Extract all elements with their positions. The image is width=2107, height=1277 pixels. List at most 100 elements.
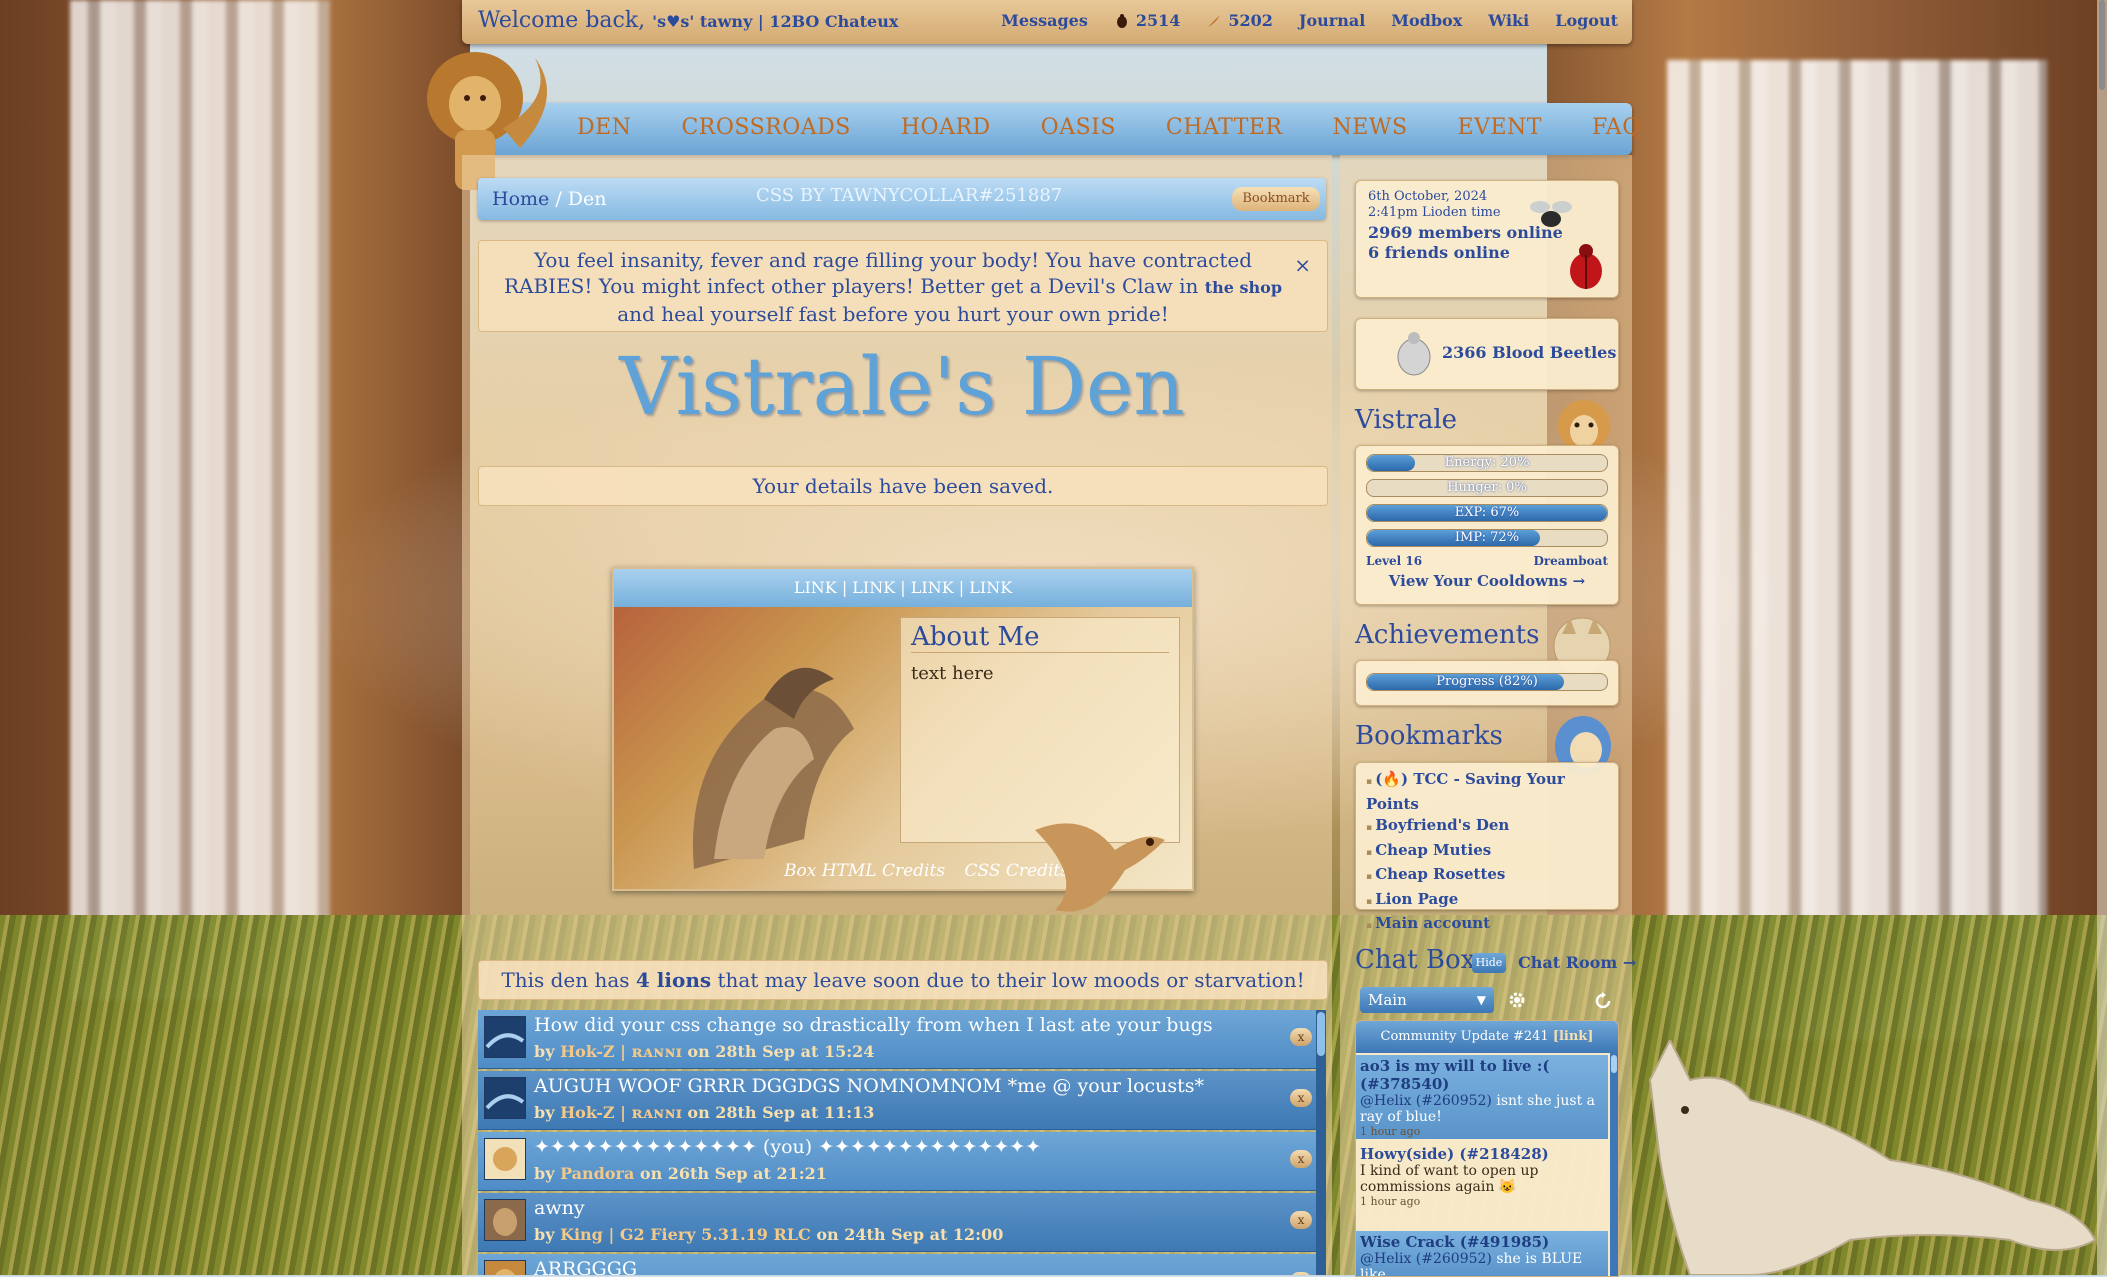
scrollbar-thumb[interactable] — [1611, 1055, 1617, 1073]
beetle-silver-icon — [1397, 332, 1431, 376]
comment-user-link[interactable]: King | G2 Fiery 5.31.19 RLC — [560, 1225, 811, 1244]
bookmark-item[interactable]: Cheap Muties — [1366, 840, 1618, 865]
comment-user-link[interactable]: Hok-Z | ʀᴀɴɴɪ — [560, 1103, 682, 1122]
lion-name-heading[interactable]: Vistrale — [1355, 405, 1457, 435]
comment-user-link[interactable]: Hok-Z | ʀᴀɴɴɪ — [560, 1042, 682, 1061]
avatar[interactable] — [484, 1077, 526, 1119]
wiki-link[interactable]: Wiki — [1488, 11, 1529, 30]
red-beetle-icon — [1570, 244, 1602, 289]
profile-link-1[interactable]: LINK — [794, 578, 837, 597]
gear-icon[interactable] — [1507, 990, 1527, 1010]
close-icon[interactable]: × — [1294, 253, 1311, 277]
delete-comment-button[interactable]: x — [1290, 1211, 1312, 1229]
hunger-bar: Hunger: 0% — [1366, 479, 1608, 497]
achievements-label: Progress (82%) — [1436, 674, 1538, 689]
chat-room-select[interactable]: Main ▼ — [1360, 987, 1494, 1013]
avatar[interactable] — [484, 1199, 526, 1241]
delete-comment-button[interactable]: x — [1290, 1089, 1312, 1107]
chat-author-link[interactable]: Howy(side) (#218428) — [1360, 1145, 1604, 1163]
avatar[interactable] — [484, 1016, 526, 1058]
exp-bar: EXP: 67% — [1366, 504, 1608, 522]
comment-row[interactable]: AUGUH WOOF GRRR DGGDGS NOMNOMNOM *me @ y… — [478, 1071, 1326, 1130]
refresh-icon[interactable] — [1593, 991, 1613, 1011]
friends-online-link[interactable]: 6 friends online — [1368, 243, 1510, 262]
chat-scrollbar[interactable] — [1610, 1053, 1618, 1276]
comments-scrollbar[interactable] — [1316, 1010, 1326, 1275]
comment-row[interactable]: ARRGGGG x — [478, 1254, 1326, 1275]
chat-mention[interactable]: @Helix (#260952) — [1360, 1251, 1492, 1267]
welcome-label: Welcome back, — [478, 8, 646, 33]
view-cooldowns-link[interactable]: View Your Cooldowns → — [1356, 572, 1618, 590]
logout-link[interactable]: Logout — [1555, 11, 1618, 30]
username-link[interactable]: 's♥s' tawny | 12BO Chateux — [652, 12, 898, 31]
chat-author-link[interactable]: Wise Crack (#491985) — [1360, 1233, 1604, 1251]
nav-den[interactable]: DEN — [577, 115, 631, 140]
page-scrollbar[interactable] — [2097, 0, 2107, 1275]
comment-by: by — [534, 1164, 555, 1183]
bookmark-item[interactable]: Lion Page — [1366, 889, 1618, 914]
notice-text-after: and heal yourself fast before you hurt y… — [617, 302, 1169, 326]
box-html-credits-link[interactable]: Box HTML Credits — [784, 861, 945, 881]
scrollbar-thumb[interactable] — [2099, 0, 2105, 90]
profile-link-2[interactable]: LINK — [852, 578, 895, 597]
imp-label: IMP: 72% — [1454, 530, 1520, 545]
modbox-link[interactable]: Modbox — [1391, 11, 1462, 30]
comment-time: on 28th Sep at 11:13 — [687, 1103, 875, 1122]
comment-row[interactable]: ✦✦✦✦✦✦✦✦✦✦✦✦✦✦ (you) ✦✦✦✦✦✦✦✦✦✦✦✦✦✦ by P… — [478, 1132, 1326, 1191]
bookmark-button[interactable]: Bookmark — [1232, 187, 1320, 211]
profile-link-4[interactable]: LINK — [969, 578, 1012, 597]
hunger-label: Hunger: 0% — [1447, 480, 1527, 495]
nav-hoard[interactable]: HOARD — [901, 115, 991, 140]
beetle-currency[interactable]: 2514 — [1114, 11, 1181, 30]
avatar[interactable] — [484, 1138, 526, 1180]
bookmark-item[interactable]: (🔥) TCC - Saving Your Points — [1366, 769, 1618, 815]
community-update-text: Community Update #241 — [1380, 1029, 1549, 1044]
welcome-text: Welcome back, 's♥s' tawny | 12BO Chateux — [478, 8, 898, 33]
achievements-heading[interactable]: Achievements — [1355, 620, 1539, 650]
shop-link[interactable]: the shop — [1205, 278, 1282, 297]
feather-icon — [1208, 14, 1221, 27]
messages-link[interactable]: Messages — [1001, 11, 1088, 30]
nav-event[interactable]: EVENT — [1458, 115, 1542, 140]
scrollbar-thumb[interactable] — [1317, 1012, 1325, 1056]
css-credit: CSS BY TAWNYCOLLAR#251887 — [756, 185, 1063, 206]
bookmark-item[interactable]: Cheap Rosettes — [1366, 864, 1618, 889]
currency1-value: 2514 — [1135, 11, 1181, 30]
comment-time: on 26th Sep at 21:21 — [639, 1164, 827, 1183]
chat-mention[interactable]: @Helix (#260952) — [1360, 1093, 1492, 1109]
community-update-link[interactable]: [link] — [1553, 1029, 1594, 1044]
link-separator: | — [841, 578, 848, 597]
bookmarks-card: (🔥) TCC - Saving Your Points Boyfriend's… — [1355, 762, 1619, 932]
bookmark-item[interactable]: Main account — [1366, 913, 1618, 938]
comment-meta: by Hok-Z | ʀᴀɴɴɪ on 28th Sep at 11:13 — [534, 1103, 874, 1122]
profile-link-3[interactable]: LINK — [911, 578, 954, 597]
nav-chatter[interactable]: CHATTER — [1166, 115, 1283, 140]
time-text: 2:41pm Lioden time — [1368, 205, 1501, 220]
avatar[interactable] — [484, 1260, 526, 1275]
waterfall-left — [70, 0, 330, 1000]
currency2-value: 5202 — [1228, 11, 1273, 30]
community-update: Community Update #241 [link] — [1356, 1021, 1618, 1053]
lion-stats-card: Energy: 20% Hunger: 0% EXP: 67% IMP: 72%… — [1355, 445, 1619, 605]
breadcrumb-home[interactable]: Home — [492, 188, 549, 210]
bookmark-item[interactable]: Boyfriend's Den — [1366, 815, 1618, 840]
nav-faq[interactable]: FAQ — [1592, 115, 1641, 140]
chat-room-link[interactable]: Chat Room → — [1518, 953, 1636, 972]
fly-icon — [1530, 201, 1572, 227]
blood-beetles-count[interactable]: 2366 Blood Beetles — [1442, 343, 1616, 362]
moods-count-link[interactable]: 4 lions — [636, 968, 711, 992]
chat-author-link[interactable]: ao3 is my will to live :( (#378540) — [1360, 1057, 1604, 1093]
comment-row[interactable]: awny by King | G2 Fiery 5.31.19 RLC on 2… — [478, 1193, 1326, 1252]
comment-row[interactable]: How did your css change so drastically f… — [478, 1010, 1326, 1069]
bookmarks-heading: Bookmarks — [1355, 721, 1503, 751]
nav-news[interactable]: NEWS — [1333, 115, 1408, 140]
delete-comment-button[interactable]: x — [1290, 1150, 1312, 1168]
journal-link[interactable]: Journal — [1299, 11, 1365, 30]
comment-user-link[interactable]: Pandora — [560, 1164, 634, 1183]
nav-oasis[interactable]: OASIS — [1041, 115, 1116, 140]
moods-banner: This den has 4 lions that may leave soon… — [478, 960, 1328, 1000]
delete-comment-button[interactable]: x — [1290, 1028, 1312, 1046]
nav-crossroads[interactable]: CROSSROADS — [681, 115, 850, 140]
hide-chat-button[interactable]: Hide — [1472, 953, 1506, 973]
feather-currency[interactable]: 5202 — [1206, 11, 1273, 30]
